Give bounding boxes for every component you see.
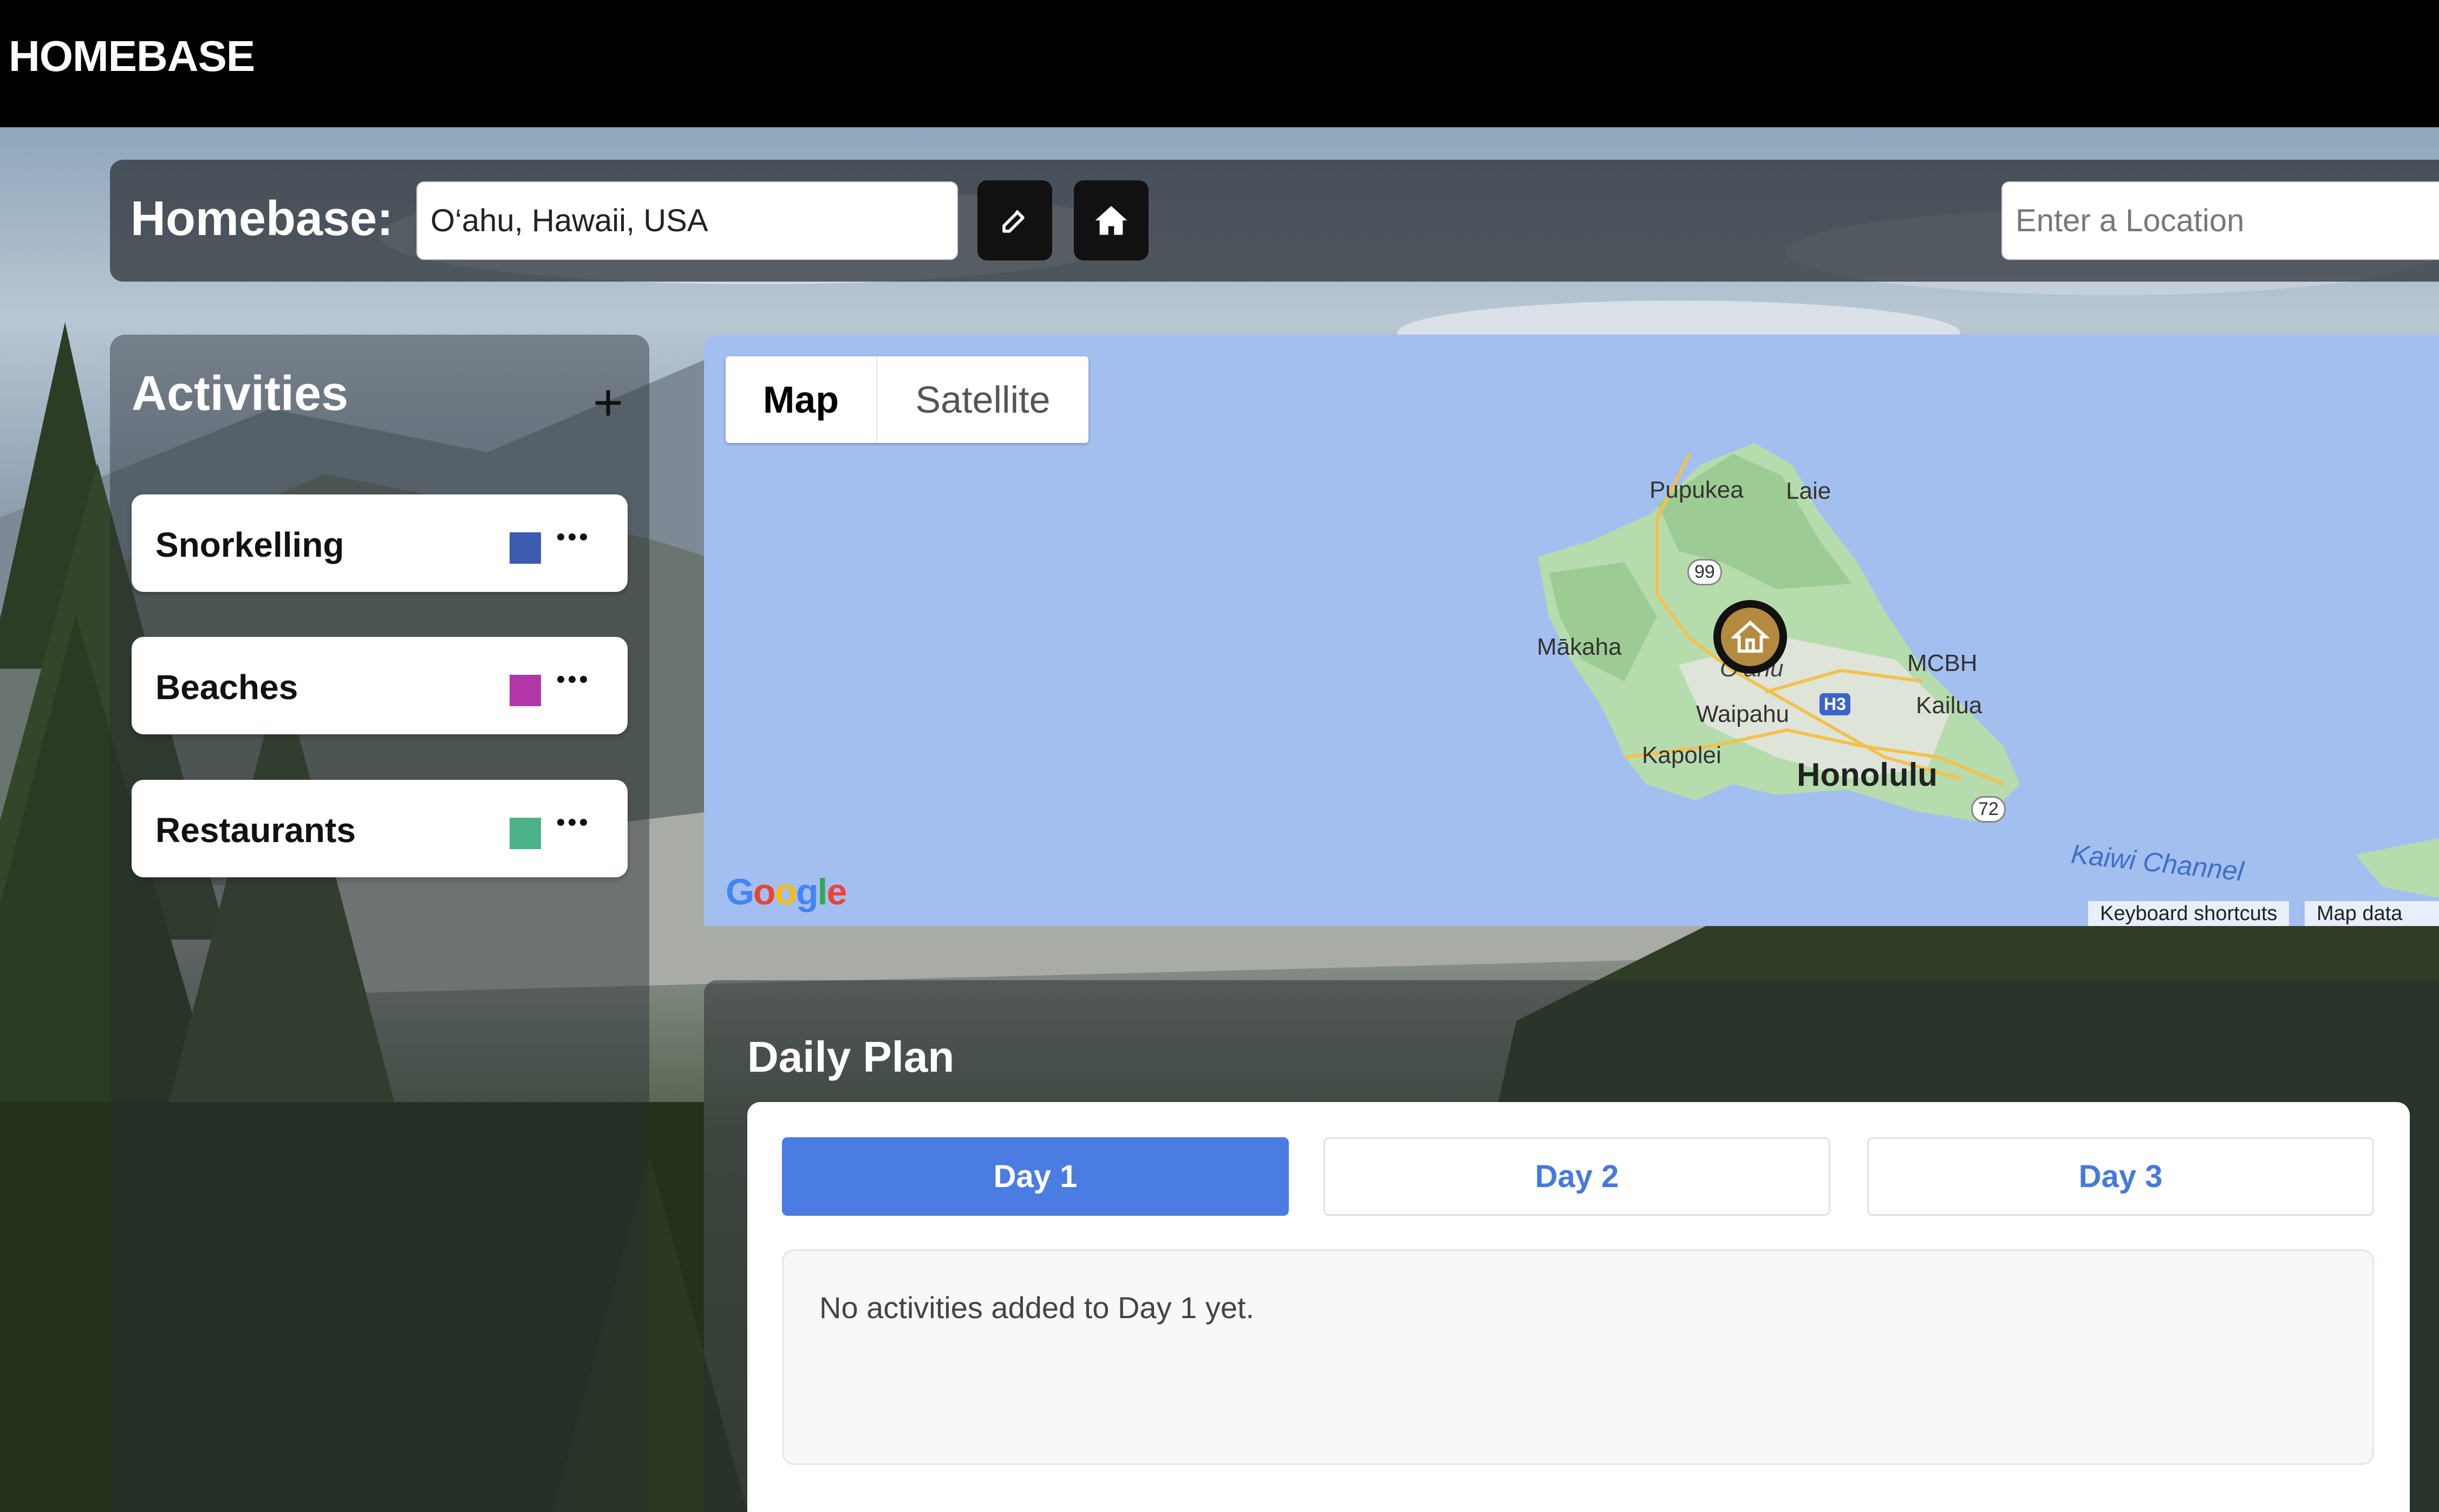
- home-marker-icon: [1731, 620, 1769, 653]
- empty-day-message: No activities added to Day 1 yet.: [819, 1291, 1255, 1325]
- activity-card-snorkelling[interactable]: Snorkelling: [132, 494, 628, 592]
- map-data-attribution[interactable]: Map data ©2: [2305, 901, 2439, 926]
- map-view-option[interactable]: Map: [726, 356, 877, 443]
- home-icon: [1095, 206, 1127, 235]
- activities-title: Activities: [132, 367, 349, 421]
- map-label-waipahu: Waipahu: [1696, 701, 1790, 727]
- route-72-shield: 72: [1971, 796, 2006, 823]
- daily-plan-card: Day 1 Day 2 Day 3 No activities added to…: [747, 1102, 2410, 1512]
- map-label-honolulu: Honolulu: [1797, 757, 1938, 793]
- activity-card-beaches[interactable]: Beaches: [132, 637, 628, 734]
- activity-name: Beaches: [155, 668, 298, 707]
- edit-icon: [1002, 210, 1025, 233]
- day-activities-dropzone[interactable]: No activities added to Day 1 yet.: [782, 1249, 2374, 1465]
- satellite-view-option[interactable]: Satellite: [877, 356, 1088, 443]
- app-brand[interactable]: HOMEBASE: [9, 31, 255, 81]
- tab-day-1[interactable]: Day 1: [782, 1137, 1289, 1216]
- activities-panel: Activities + Snorkelling Beaches Restaur…: [110, 335, 649, 1512]
- edit-homebase-button[interactable]: [977, 180, 1052, 260]
- tab-day-2[interactable]: Day 2: [1323, 1137, 1830, 1216]
- map-label-makaha: Mākaha: [1537, 634, 1622, 660]
- map-label-laie: Laie: [1786, 478, 1831, 504]
- map-label-mcbh: MCBH: [1907, 650, 1978, 676]
- tab-day-3[interactable]: Day 3: [1867, 1137, 2374, 1216]
- homebase-panel: Homebase: O‘ahu, Hawaii, USA Enter a Loc…: [110, 160, 2439, 282]
- route-99-shield: 99: [1687, 559, 1722, 585]
- map-label-pupukea: Pupukea: [1649, 477, 1744, 503]
- map-type-toggle: Map Satellite: [726, 356, 1088, 443]
- google-logo[interactable]: Google: [726, 871, 847, 913]
- homebase-input[interactable]: O‘ahu, Hawaii, USA: [416, 181, 958, 260]
- map-label-kailua: Kailua: [1916, 692, 1982, 719]
- homebase-marker[interactable]: [1713, 600, 1787, 674]
- activity-color-swatch[interactable]: [510, 818, 541, 849]
- more-options-icon[interactable]: [557, 533, 587, 540]
- route-h3-shield: H3: [1820, 693, 1850, 715]
- keyboard-shortcuts-link[interactable]: Keyboard shortcuts: [2088, 901, 2290, 926]
- activity-card-restaurants[interactable]: Restaurants: [132, 780, 628, 877]
- add-activity-button[interactable]: +: [593, 377, 623, 429]
- daily-plan-panel: Daily Plan Day 1 Day 2 Day 3 No activiti…: [704, 980, 2439, 1512]
- activity-color-swatch[interactable]: [510, 675, 541, 706]
- top-bar: HOMEBASE: [0, 0, 2439, 127]
- daily-plan-title: Daily Plan: [747, 1033, 955, 1081]
- activity-name: Snorkelling: [155, 525, 344, 564]
- map-label-kapolei: Kapolei: [1642, 742, 1721, 768]
- activity-color-swatch[interactable]: [510, 532, 541, 564]
- map-view[interactable]: Map Satellite Pupukea Laie Mākaha MCBH K…: [704, 335, 2439, 926]
- home-button[interactable]: [1074, 180, 1149, 260]
- location-search-input[interactable]: Enter a Location: [2001, 181, 2439, 260]
- more-options-icon[interactable]: [557, 676, 587, 683]
- more-options-icon[interactable]: [557, 819, 587, 826]
- activity-name: Restaurants: [155, 811, 356, 850]
- homebase-label: Homebase:: [131, 192, 394, 246]
